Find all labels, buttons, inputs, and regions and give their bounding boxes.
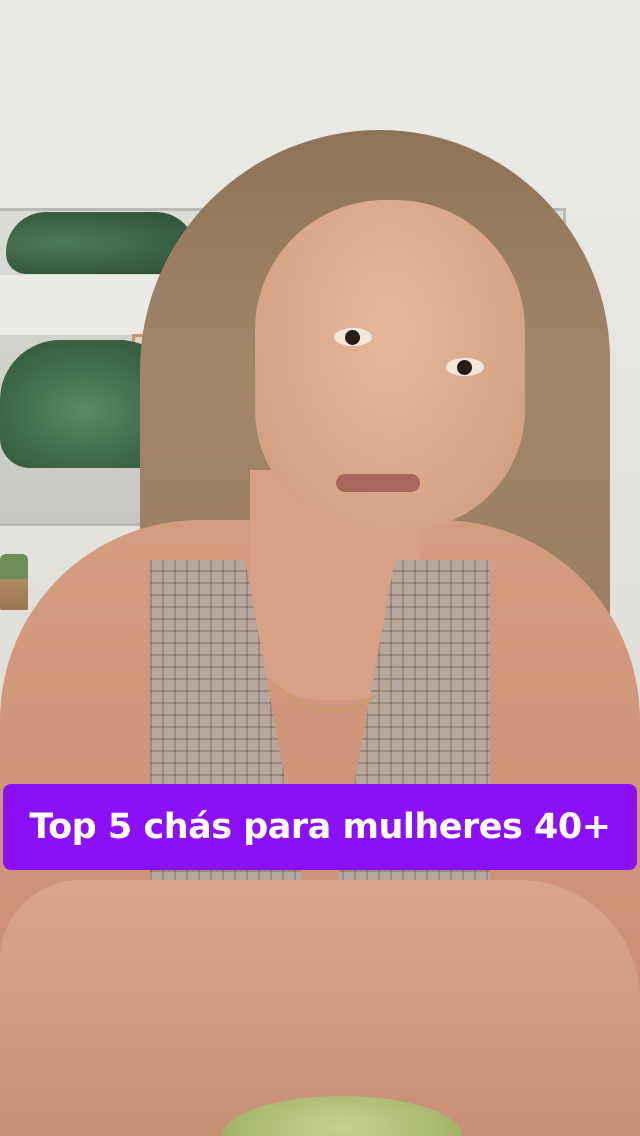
succulent-pot [0,554,28,610]
person-mouth [336,474,420,492]
person-eye-left [334,328,372,346]
video-frame[interactable]: Top 5 chás para mulheres 40+ [0,0,640,1136]
caption-text: Top 5 chás para mulheres 40+ [29,807,611,847]
caption-banner: Top 5 chás para mulheres 40+ [3,784,637,870]
person-eye-right [446,358,484,376]
